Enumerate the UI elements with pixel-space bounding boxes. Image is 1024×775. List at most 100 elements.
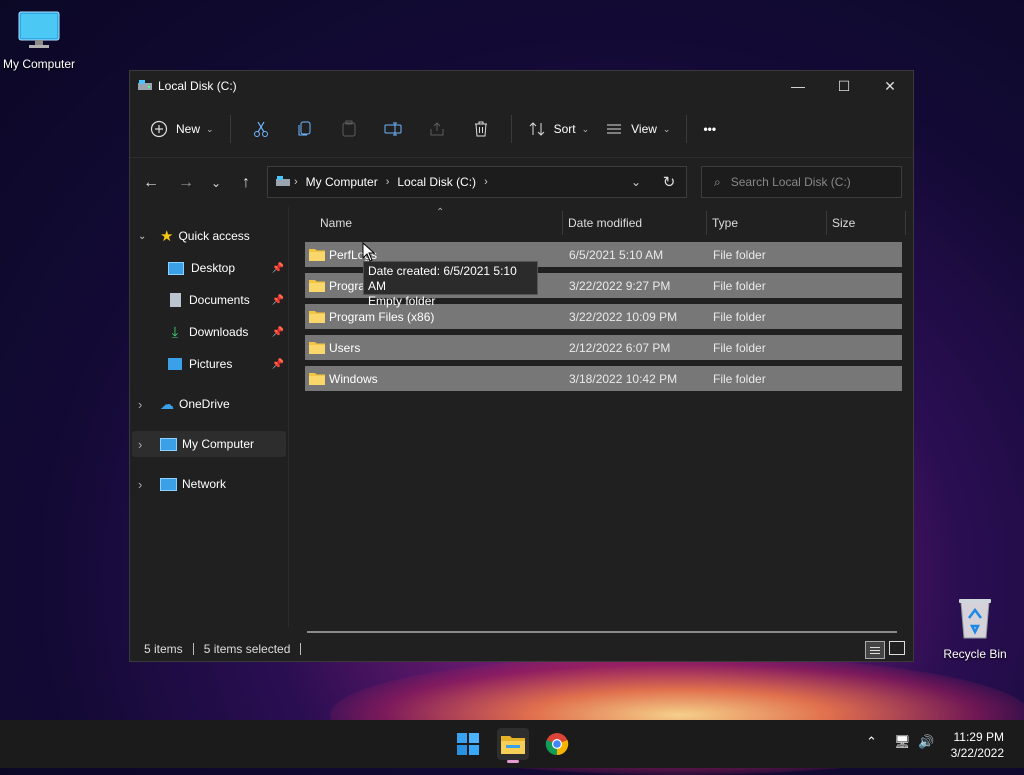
navigation-pane: ⌄ ★ Quick access Desktop 📌 Documents 📌 ⤓…	[130, 207, 289, 627]
monitor-icon	[18, 11, 60, 48]
file-row[interactable]: Windows 3/18/2022 10:42 PM File folder	[305, 366, 902, 391]
chevron-right-icon: ›	[385, 176, 390, 188]
folder-icon	[309, 249, 325, 261]
rename-button[interactable]	[377, 113, 409, 145]
sidebar-item-network[interactable]: › Network	[138, 471, 226, 497]
system-clock[interactable]: 11:29 PM 3/22/2022	[951, 729, 1004, 761]
recent-locations-button[interactable]: ⌄	[201, 168, 231, 198]
more-button[interactable]: •••	[695, 113, 724, 145]
pin-icon[interactable]: 📌	[272, 263, 284, 274]
clipboard-icon	[342, 120, 356, 137]
cut-button[interactable]	[245, 113, 277, 145]
pin-icon[interactable]: 📌	[272, 295, 284, 306]
file-date: 6/5/2021 5:10 AM	[569, 247, 664, 262]
desktop-icon-label: Recycle Bin	[943, 647, 1007, 661]
clock-time: 11:29 PM	[953, 730, 1004, 744]
toolbar-divider	[686, 115, 688, 143]
show-hidden-icons-chevron-up-icon[interactable]: ⌃	[866, 734, 877, 750]
chevron-down-icon: ⌄	[662, 123, 671, 134]
desktop-icon-recycle-bin[interactable]: Recycle Bin	[940, 596, 1010, 661]
column-header-size[interactable]: Size	[832, 216, 855, 230]
taskbar-chrome[interactable]	[541, 728, 573, 760]
clock-date: 3/22/2022	[950, 746, 1004, 760]
file-name: Users	[329, 340, 361, 355]
sidebar-item-quick-access[interactable]: ⌄ ★ Quick access	[138, 223, 250, 249]
network-icon	[160, 477, 177, 491]
chevron-down-icon: ⌄	[210, 176, 222, 190]
status-divider	[192, 643, 194, 655]
chevron-right-icon: ›	[138, 476, 143, 492]
search-placeholder: Search Local Disk (C:)	[730, 175, 851, 189]
chrome-icon	[545, 733, 569, 756]
file-tooltip: Date created: 6/5/2021 5:10 AM Empty fol…	[363, 261, 538, 308]
address-bar[interactable]: › My Computer › Local Disk (C:) › ⌄ ↻	[267, 166, 687, 198]
sidebar-item-downloads[interactable]: ⤓ Downloads 📌	[168, 319, 286, 345]
status-bar: 5 items 5 items selected	[130, 637, 913, 661]
delete-button[interactable]	[465, 113, 497, 145]
rename-icon	[384, 122, 402, 136]
explorer-window: Local Disk (C:) — ☐ ✕ New ⌄ Sort ⌄ View …	[129, 70, 914, 662]
horizontal-scrollbar[interactable]	[307, 631, 897, 633]
desktop-icon-label: My Computer	[2, 57, 76, 71]
monitor-icon	[160, 437, 177, 451]
column-header-type[interactable]: Type	[712, 216, 738, 230]
new-button[interactable]: New ⌄	[142, 113, 222, 145]
paste-button[interactable]	[333, 113, 365, 145]
desktop-icon-my-computer[interactable]: My Computer	[0, 10, 78, 71]
start-button[interactable]	[452, 728, 484, 760]
back-button[interactable]: ←	[136, 168, 166, 198]
sidebar-item-documents[interactable]: Documents 📌	[168, 287, 286, 313]
volume-icon[interactable]: 🔊	[918, 734, 934, 750]
close-button[interactable]: ✕	[867, 71, 913, 101]
sidebar-item-pictures[interactable]: Pictures 📌	[168, 351, 286, 377]
file-row[interactable]: Users 2/12/2022 6:07 PM File folder	[305, 335, 902, 360]
refresh-icon[interactable]: ↻	[652, 173, 686, 191]
large-icons-view-icon[interactable]	[889, 641, 905, 655]
star-icon: ★	[160, 228, 174, 245]
column-divider[interactable]	[706, 211, 707, 235]
pin-icon[interactable]: 📌	[272, 327, 284, 338]
chevron-right-icon: ›	[294, 176, 298, 188]
sidebar-item-desktop[interactable]: Desktop 📌	[168, 255, 286, 281]
tooltip-date-created: Date created: 6/5/2021 5:10 AM	[368, 264, 517, 293]
arrow-left-icon: ←	[143, 174, 159, 191]
column-header-date[interactable]: Date modified	[568, 216, 642, 230]
sort-button[interactable]: Sort ⌄	[520, 113, 598, 145]
maximize-button[interactable]: ☐	[821, 71, 867, 101]
title-bar[interactable]: Local Disk (C:) — ☐ ✕	[130, 71, 913, 101]
folder-icon	[309, 342, 325, 354]
share-button[interactable]	[421, 113, 453, 145]
sidebar-item-label: My Computer	[182, 437, 255, 451]
breadcrumb-local-disk[interactable]: Local Disk (C:)	[397, 175, 476, 189]
column-divider[interactable]	[905, 211, 906, 235]
taskbar-file-explorer[interactable]	[497, 728, 529, 763]
sidebar-item-onedrive[interactable]: › ☁ OneDrive	[138, 391, 230, 417]
cloud-icon: ☁	[160, 395, 174, 412]
chevron-down-icon: ⌄	[206, 123, 214, 134]
network-status-icon[interactable]: 🖥	[894, 734, 911, 750]
breadcrumb-my-computer[interactable]: My Computer	[306, 175, 378, 189]
pin-icon[interactable]: 📌	[272, 359, 284, 370]
taskbar: ⌃ 🖥 🔊 11:29 PM 3/22/2022	[0, 720, 1024, 768]
file-type: File folder	[713, 340, 766, 355]
file-type: File folder	[713, 278, 766, 293]
details-view-icon[interactable]	[865, 641, 885, 659]
view-label: View	[631, 122, 657, 136]
file-name: Program Files (x86)	[329, 309, 435, 324]
folder-icon	[309, 311, 325, 323]
up-button[interactable]: ↑	[231, 168, 261, 198]
tooltip-description: Empty folder	[368, 294, 436, 308]
sort-up-icon: ⌃	[436, 207, 445, 218]
minimize-button[interactable]: —	[775, 71, 821, 101]
sidebar-item-my-computer[interactable]: › My Computer	[132, 431, 286, 457]
status-divider	[300, 643, 302, 655]
chevron-down-icon[interactable]: ⌄	[620, 175, 652, 189]
view-button[interactable]: View ⌄	[597, 113, 678, 145]
column-header-name[interactable]: Name	[320, 216, 352, 230]
copy-button[interactable]	[289, 113, 321, 145]
folder-icon	[309, 280, 325, 292]
column-divider[interactable]	[562, 211, 563, 235]
forward-button[interactable]: →	[171, 168, 201, 198]
search-box[interactable]: ⌕ Search Local Disk (C:)	[701, 166, 902, 198]
column-divider[interactable]	[826, 211, 827, 235]
